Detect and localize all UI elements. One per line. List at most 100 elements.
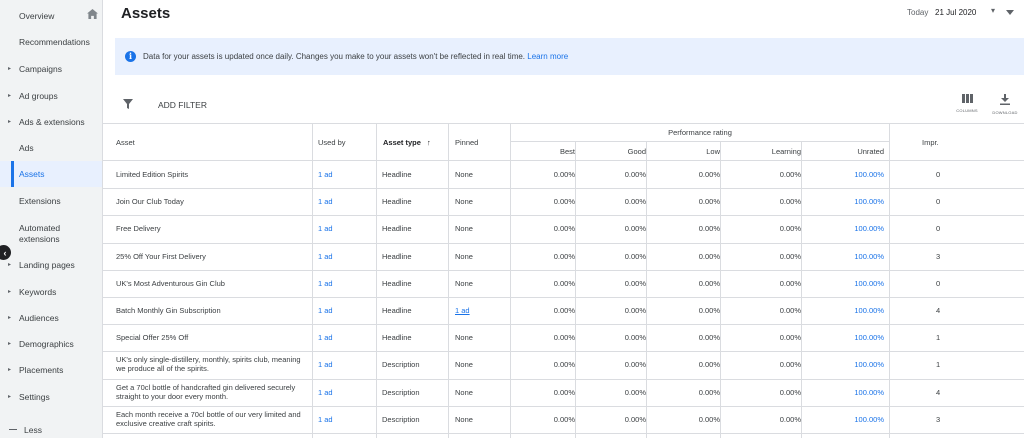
rating-unrated[interactable]: 100.00% <box>802 197 884 206</box>
rating-low: 0.00% <box>698 360 720 370</box>
used-by-link[interactable]: 1 ad <box>318 360 333 369</box>
banner-message: Data for your assets is updated once dai… <box>143 52 568 61</box>
col-header-best[interactable]: Best <box>511 147 575 156</box>
impressions-value: 1 <box>936 360 941 370</box>
rating-good: 0.00% <box>624 170 646 179</box>
less-toggle[interactable]: Less <box>0 424 102 438</box>
rating-unrated[interactable]: 100.00% <box>802 224 884 233</box>
impressions-value: 3 <box>936 414 941 424</box>
rating-unrated[interactable]: 100.00% <box>802 279 884 288</box>
pinned-value: None <box>455 278 473 288</box>
sidebar-item-overview[interactable]: Overview <box>0 8 102 24</box>
col-header-learning[interactable]: Learning <box>721 147 801 156</box>
row-divider <box>103 379 1024 380</box>
sidebar-item-label: Overview <box>19 11 55 21</box>
used-by-link[interactable]: 1 ad <box>318 306 333 315</box>
info-icon: i <box>125 51 136 62</box>
rating-good: 0.00% <box>624 251 646 261</box>
asset-type: Headline <box>382 306 412 315</box>
used-by-link[interactable]: 1 ad <box>318 224 333 233</box>
row-divider <box>103 406 1024 407</box>
compare-dropdown-icon[interactable] <box>1006 10 1014 15</box>
col-header-used-by[interactable]: Used by <box>318 138 346 147</box>
date-range-label: Today <box>907 8 929 17</box>
rating-low: 0.00% <box>698 387 720 397</box>
rating-good: 0.00% <box>624 306 646 315</box>
add-filter-button[interactable]: ADD FILTER <box>158 100 207 110</box>
col-header-asset-type[interactable]: Asset type ↑ <box>383 138 431 147</box>
col-header-impr[interactable]: Impr. <box>922 138 939 147</box>
rating-learning: 0.00% <box>779 414 801 424</box>
sidebar-item-label: Assets <box>19 169 45 179</box>
table-top-border <box>103 123 1024 124</box>
asset-type: Headline <box>382 251 412 261</box>
rating-unrated[interactable]: 100.00% <box>802 415 884 424</box>
rating-learning: 0.00% <box>779 333 801 343</box>
row-divider <box>103 433 1024 434</box>
performance-group-border <box>511 141 889 142</box>
pinned-link[interactable]: 1 ad <box>455 306 470 315</box>
row-divider <box>103 243 1024 244</box>
rating-good: 0.00% <box>624 333 646 343</box>
date-range-dropdown-icon[interactable]: ▾ <box>991 6 995 15</box>
used-by-link[interactable]: 1 ad <box>318 279 333 288</box>
sidebar: Less Overview Recommendations ▸ Campaigns ▸ A… <box>0 0 103 438</box>
used-by-link[interactable]: 1 ad <box>318 333 333 342</box>
download-button[interactable]: DOWNLOAD <box>988 94 1022 115</box>
asset-type: Headline <box>382 224 412 234</box>
rating-unrated[interactable]: 100.00% <box>802 306 884 315</box>
sidebar-item-ad-groups[interactable]: ▸ Ad groups <box>0 88 102 104</box>
performance-rating-header: Performance rating <box>668 128 732 137</box>
sidebar-item-label: Ad groups <box>19 91 58 101</box>
used-by-link[interactable]: 1 ad <box>318 252 333 261</box>
sidebar-item-ads-extensions[interactable]: ▸ Ads & extensions <box>0 114 102 130</box>
col-header-good[interactable]: Good <box>576 147 646 156</box>
sidebar-item-label: Demographics <box>19 339 74 349</box>
col-header-pinned[interactable]: Pinned <box>455 138 478 147</box>
rating-good: 0.00% <box>624 387 646 397</box>
sidebar-item-settings[interactable]: ▸ Settings <box>0 389 102 405</box>
asset-type: Headline <box>382 333 412 343</box>
columns-button[interactable]: COLUMNS <box>950 94 984 113</box>
rating-unrated[interactable]: 100.00% <box>802 170 884 179</box>
sidebar-item-automated-extensions[interactable]: Automated extensions <box>0 222 102 246</box>
sidebar-item-landing-pages[interactable]: ▸ Landing pages <box>0 257 102 273</box>
asset-text: Each month receive a 70cl bottle of our … <box>116 409 301 428</box>
used-by-link[interactable]: 1 ad <box>318 415 333 424</box>
rating-unrated[interactable]: 100.00% <box>802 333 884 342</box>
sidebar-item-label: Campaigns <box>19 64 62 74</box>
sidebar-item-keywords[interactable]: ▸ Keywords <box>0 284 102 300</box>
rating-learning: 0.00% <box>779 224 801 234</box>
row-divider <box>103 324 1024 325</box>
sidebar-item-campaigns[interactable]: ▸ Campaigns <box>0 61 102 77</box>
asset-type: Description <box>382 414 420 424</box>
date-range-value[interactable]: 21 Jul 2020 <box>935 8 976 17</box>
sidebar-item-ads[interactable]: Ads <box>0 140 102 156</box>
filter-icon[interactable] <box>123 99 133 109</box>
sidebar-item-extensions[interactable]: Extensions <box>0 193 102 209</box>
sidebar-item-label: Landing pages <box>19 260 75 270</box>
sidebar-item-label: Keywords <box>19 287 57 297</box>
col-header-low[interactable]: Low <box>647 147 720 156</box>
sidebar-item-audiences[interactable]: ▸ Audiences <box>0 310 102 326</box>
rating-unrated[interactable]: 100.00% <box>802 360 884 369</box>
rating-good: 0.00% <box>624 224 646 234</box>
sidebar-item-demographics[interactable]: ▸ Demographics <box>0 336 102 352</box>
rating-low: 0.00% <box>698 278 720 288</box>
sidebar-item-assets[interactable]: Assets <box>0 161 102 187</box>
rating-unrated[interactable]: 100.00% <box>802 388 884 397</box>
sidebar-item-placements[interactable]: ▸ Placements <box>0 362 102 378</box>
banner-text: Data for your assets is updated once dai… <box>143 52 526 61</box>
used-by-link[interactable]: 1 ad <box>318 170 333 179</box>
pinned-value: None <box>455 333 473 343</box>
col-header-asset[interactable]: Asset <box>116 138 135 147</box>
learn-more-link[interactable]: Learn more <box>527 52 568 61</box>
rating-good: 0.00% <box>624 360 646 370</box>
rating-unrated[interactable]: 100.00% <box>802 252 884 261</box>
used-by-link[interactable]: 1 ad <box>318 197 333 206</box>
rating-best: 0.00% <box>553 251 575 261</box>
sidebar-item-recommendations[interactable]: Recommendations <box>0 34 102 50</box>
used-by-link[interactable]: 1 ad <box>318 388 333 397</box>
col-header-unrated[interactable]: Unrated <box>802 147 884 156</box>
sidebar-item-label: Recommendations <box>19 37 90 47</box>
